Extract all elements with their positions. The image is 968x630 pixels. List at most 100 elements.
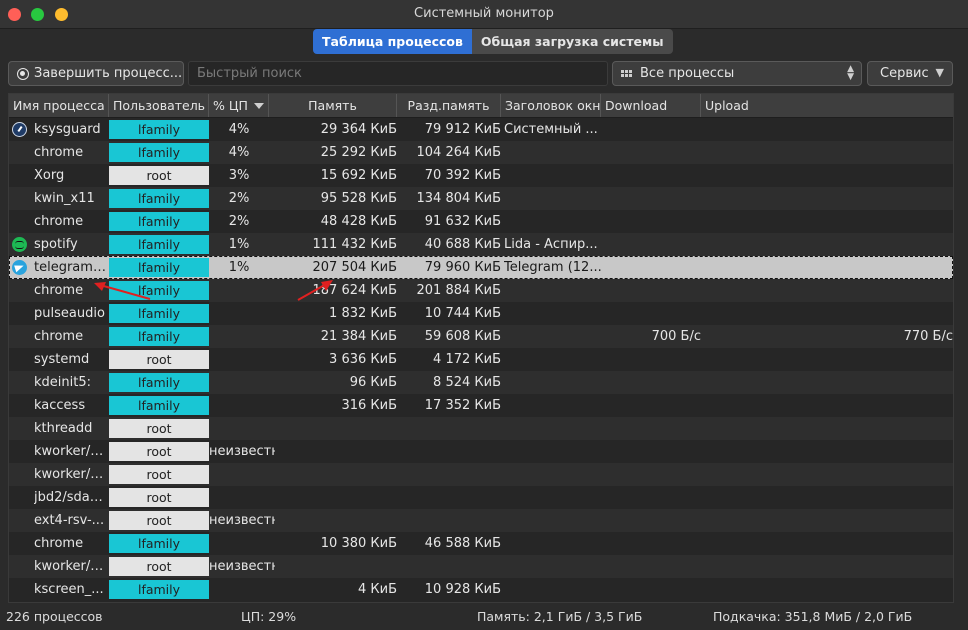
table-row[interactable]: kaccess lfamily 316 КиБ 17 352 КиБ	[9, 394, 953, 417]
process-memory: 95 528 КиБ	[320, 191, 397, 206]
process-download	[603, 509, 701, 532]
table-row[interactable]: pulseaudio lfamily 1 832 КиБ 10 744 КиБ	[9, 302, 953, 325]
process-shared-memory: 134 804 КиБ	[416, 191, 502, 206]
process-upload	[703, 302, 953, 325]
process-memory: 4 КиБ	[358, 582, 397, 597]
process-memory: 316 КиБ	[341, 398, 397, 413]
table-row[interactable]: kscreen_... lfamily 4 КиБ 10 928 КиБ	[9, 578, 953, 601]
process-cpu	[209, 486, 269, 509]
search-input[interactable]	[189, 62, 607, 85]
column-header-cpu[interactable]: % ЦП	[209, 94, 269, 117]
process-user: lfamily	[109, 189, 209, 208]
process-window-title	[504, 141, 602, 164]
table-row[interactable]: chrome lfamily 10 380 КиБ 46 588 КиБ	[9, 532, 953, 555]
process-window-title	[504, 325, 602, 348]
process-cpu: 3%	[228, 168, 250, 183]
service-label: Сервис	[880, 66, 929, 81]
process-name: kaccess	[34, 398, 86, 413]
process-shared-memory: 70 392 КиБ	[424, 168, 501, 183]
end-process-button[interactable]: Завершить процесс...	[8, 61, 184, 86]
table-row[interactable]: chrome lfamily 4% 25 292 КиБ 104 264 КиБ	[9, 141, 953, 164]
process-name: chrome	[34, 329, 84, 344]
column-header-download[interactable]: Download	[601, 94, 701, 117]
process-name: kworker/2...	[34, 444, 110, 459]
tab-system-load[interactable]: Общая загрузка системы	[471, 29, 673, 54]
process-shared-memory: 201 884 КиБ	[416, 283, 502, 298]
process-name: kworker/3...	[34, 467, 110, 482]
table-row[interactable]: chrome lfamily 21 384 КиБ 59 608 КиБ 700 Б/с…	[9, 325, 953, 348]
process-download	[603, 394, 701, 417]
process-window-title: Telegram (12...	[504, 260, 602, 275]
process-download	[603, 210, 701, 233]
title-bar: Системный монитор	[0, 0, 968, 29]
process-name: kthreadd	[34, 421, 93, 436]
process-shared-memory: 79 912 КиБ	[424, 122, 501, 137]
table-row[interactable]: kworker/3...rootнеизвестнь	[9, 555, 953, 578]
process-download	[603, 302, 701, 325]
table-row[interactable]: systemd root 3 636 КиБ 4 172 КиБ	[9, 348, 953, 371]
table-row[interactable]: ksysguard lfamily 4% 29 364 КиБ 79 912 КиБ Си…	[9, 118, 953, 141]
table-row[interactable]: ext4-rsv-... rootнеизвестнь	[9, 509, 953, 532]
process-name: chrome	[34, 536, 84, 551]
process-user: root	[109, 442, 209, 461]
column-header-upload[interactable]: Upload	[701, 94, 953, 117]
process-upload	[703, 233, 953, 256]
table-row[interactable]: kworker/3... root	[9, 463, 953, 486]
process-upload	[703, 417, 953, 440]
process-memory: 207 504 КиБ	[312, 260, 398, 275]
process-filter-select[interactable]: Все процессы ▲ ▼	[612, 61, 862, 86]
process-memory	[271, 440, 397, 463]
process-memory: 10 380 КиБ	[320, 536, 397, 551]
process-shared-memory: 46 588 КиБ	[424, 536, 501, 551]
view-tabs: Таблица процессов Общая загрузка системы	[313, 29, 673, 54]
tab-process-table[interactable]: Таблица процессов	[313, 29, 472, 54]
table-row[interactable]: jbd2/sda2... root	[9, 486, 953, 509]
process-memory: 21 384 КиБ	[320, 329, 397, 344]
table-row[interactable]: chrome lfamily 187 624 КиБ 201 884 КиБ	[9, 279, 953, 302]
process-window-title	[504, 164, 602, 187]
table-row[interactable]: chrome lfamily 2% 48 428 КиБ 91 632 КиБ	[9, 210, 953, 233]
table-row[interactable]: kworker/2...rootнеизвестнь	[9, 440, 953, 463]
table-row[interactable]: kdeinit5: lfamily 96 КиБ 8 524 КиБ	[9, 371, 953, 394]
table-row[interactable]: kwin_x11 lfamily 2% 95 528 КиБ 134 804 КиБ	[9, 187, 953, 210]
process-shared-memory: 8 524 КиБ	[433, 375, 501, 390]
column-header-memory[interactable]: Память	[269, 94, 397, 117]
process-user: lfamily	[109, 235, 209, 254]
process-window-title	[504, 417, 602, 440]
process-name: chrome	[34, 214, 84, 229]
process-download	[603, 417, 701, 440]
process-shared-memory: 10 928 КиБ	[424, 582, 501, 597]
process-user: lfamily	[109, 120, 209, 139]
process-shared-memory: 91 632 КиБ	[424, 214, 501, 229]
process-upload	[703, 394, 953, 417]
process-window-title	[504, 578, 602, 601]
column-header-name[interactable]: Имя процесса	[9, 94, 109, 117]
table-row[interactable]: spotify lfamily 1% 111 432 КиБ 40 688 КиБ Lid…	[9, 233, 953, 256]
table-row[interactable]: telegram-... lfamily 1% 207 504 КиБ 79 960 К…	[9, 256, 953, 279]
process-user: lfamily	[109, 143, 209, 162]
process-window-title	[504, 486, 602, 509]
column-header-shared[interactable]: Разд.память	[397, 94, 501, 117]
process-cpu: неизвестнь	[209, 559, 275, 574]
process-upload	[703, 509, 953, 532]
process-memory: 1 832 КиБ	[329, 306, 397, 321]
process-download	[603, 187, 701, 210]
service-menu-button[interactable]: Сервис ▼	[867, 61, 953, 86]
process-window-title	[504, 371, 602, 394]
process-memory: 187 624 КиБ	[312, 283, 398, 298]
column-header-user[interactable]: Пользователь	[109, 94, 209, 117]
process-upload	[703, 256, 953, 279]
process-cpu: неизвестнь	[209, 513, 275, 528]
window-title: Системный монитор	[414, 6, 554, 21]
process-name: chrome	[34, 145, 84, 160]
process-upload	[703, 532, 953, 555]
table-row[interactable]: kthreadd root	[9, 417, 953, 440]
table-row[interactable]: Xorg root 3% 15 692 КиБ 70 392 КиБ	[9, 164, 953, 187]
process-cpu	[209, 532, 269, 555]
quick-search-box[interactable]	[188, 61, 608, 86]
process-shared-memory: 10 744 КиБ	[424, 306, 501, 321]
process-cpu: неизвестнь	[209, 444, 275, 459]
column-header-window-title[interactable]: Заголовок окна	[501, 94, 601, 117]
process-user: lfamily	[109, 373, 209, 392]
stop-icon	[17, 67, 29, 80]
